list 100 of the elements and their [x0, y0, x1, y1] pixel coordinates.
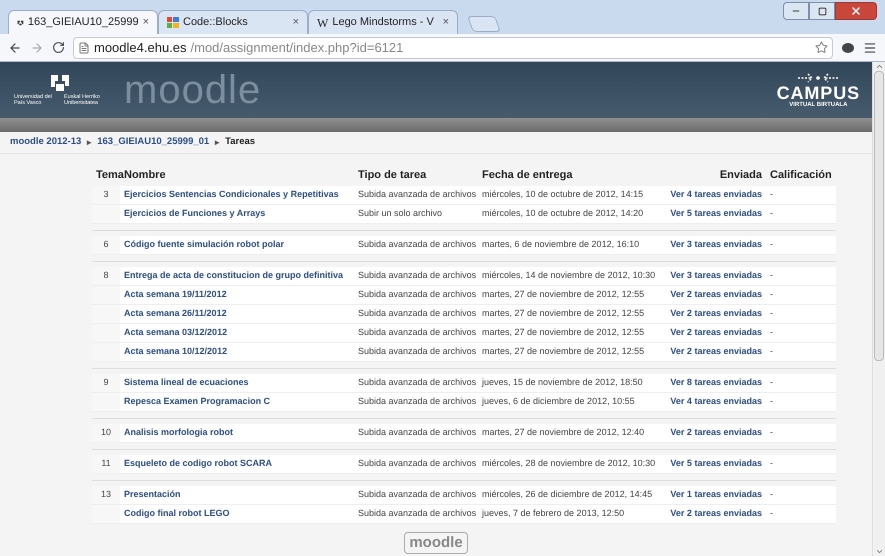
submissions-link[interactable]: Ver 2 tareas enviadas — [662, 288, 766, 302]
assignment-link[interactable]: Entrega de acta de constitucion de grupo definitiva — [120, 269, 354, 283]
submissions-link[interactable]: Ver 3 tareas enviadas — [662, 269, 766, 283]
assignment-type: Subida avanzada de archivos — [357, 376, 478, 390]
grade-cell-text: - — [769, 488, 774, 502]
assignment-type: Subida avanzada de archivos — [357, 488, 478, 502]
grade-cell-text: - — [769, 376, 774, 390]
section-number: 9 — [92, 374, 120, 392]
grade-cell-text: - — [769, 207, 774, 220]
scroll-up-icon[interactable] — [874, 62, 884, 71]
submissions-link[interactable]: Ver 2 tareas enviadas — [662, 507, 766, 521]
back-icon[interactable] — [8, 40, 22, 54]
breadcrumb-separator: ► — [213, 136, 222, 148]
grade-cell-text: - — [769, 345, 774, 358]
breadcrumb-link[interactable]: Tareas — [225, 135, 256, 150]
browser-tab[interactable]: Code::Blocks × — [158, 10, 308, 34]
assignment-link[interactable]: Sistema lineal de ecuaciones — [120, 376, 354, 390]
assignment-type: Subida avanzada de archivos — [357, 269, 478, 282]
grade-cell-text: - — [769, 326, 774, 340]
assignment-link[interactable]: Analisis morfologia robot — [120, 426, 354, 440]
grade-cell-text: - — [769, 307, 774, 320]
breadcrumb-link[interactable]: moodle 2012-13 — [10, 135, 82, 150]
scroll-down-icon[interactable] — [874, 547, 884, 556]
submissions-link[interactable]: Ver 2 tareas enviadas — [662, 307, 766, 321]
page-icon — [78, 42, 90, 54]
assignment-type: Subir un solo archivo — [357, 207, 444, 220]
due-date: miércoles, 10 de octubre de 2012, 14:20 — [481, 207, 644, 220]
grade-cell-text: - — [769, 426, 774, 440]
column-header: Enviada — [718, 168, 763, 182]
assignment-type: Subida avanzada de archivos — [357, 345, 478, 358]
tab-close[interactable]: × — [442, 14, 449, 31]
assignment-type: Subida avanzada de archivos — [357, 326, 478, 340]
scrollbar[interactable] — [872, 62, 885, 556]
tab-close[interactable]: × — [142, 14, 149, 31]
close-icon — [850, 5, 862, 17]
bookmark-icon[interactable] — [815, 41, 828, 54]
grade-cell-text: - — [769, 269, 774, 282]
assignment-link[interactable]: Acta semana 19/11/2012 — [120, 288, 354, 302]
submissions-link[interactable]: Ver 2 tareas enviadas — [662, 345, 766, 359]
assignment-type: Subida avanzada de archivos — [357, 188, 478, 202]
breadcrumb-separator: ► — [85, 136, 94, 148]
due-date: martes, 27 de noviembre de 2012, 12:40 — [481, 426, 646, 440]
assignment-type: Subida avanzada de archivos — [357, 426, 478, 440]
grade-cell-text: - — [769, 288, 774, 302]
column-header: Calificación — [769, 168, 833, 182]
assignment-link[interactable]: Ejercicios de Funciones y Arrays — [120, 207, 354, 221]
address-bar[interactable]: moodle4.ehu.es /mod/assignment/index.php?id=6121 — [73, 36, 833, 58]
submissions-link[interactable]: Ver 8 tareas enviadas — [662, 376, 766, 390]
submissions-link[interactable]: Ver 5 tareas enviadas — [662, 207, 766, 221]
arrows-icon — [797, 72, 840, 84]
section-number: 11 — [92, 455, 120, 473]
maximize-icon — [818, 6, 826, 16]
submissions-link[interactable]: Ver 5 tareas enviadas — [662, 457, 766, 471]
due-date: martes, 6 de noviembre de 2012, 16:10 — [481, 238, 640, 252]
close-button[interactable] — [835, 2, 877, 20]
assignment-link[interactable]: Repesca Examen Programacion C — [120, 395, 354, 409]
column-header: Fecha de entrega — [481, 168, 574, 182]
reload-icon[interactable] — [52, 41, 65, 54]
tab-title: 163_GIEIAU10_25999 — [28, 15, 139, 30]
logo-icon — [17, 18, 24, 28]
section-number: 13 — [92, 486, 120, 504]
submissions-link[interactable]: Ver 4 tareas enviadas — [662, 395, 766, 409]
assignment-link[interactable]: Esqueleto de codigo robot SCARA — [120, 457, 354, 471]
grade-cell-text: - — [769, 457, 774, 470]
university-emblem-icon — [49, 74, 71, 92]
maximize-button[interactable] — [809, 2, 835, 20]
grade-cell-text: - — [769, 238, 774, 252]
extension-icon[interactable] — [841, 42, 855, 54]
due-date: miércoles, 28 de noviembre de 2012, 10:30 — [481, 457, 656, 470]
section-number: 3 — [92, 186, 120, 204]
submissions-link[interactable]: Ver 4 tareas enviadas — [662, 188, 766, 202]
assignment-type: Subida avanzada de archivos — [357, 307, 478, 320]
browser-tab[interactable]: W Lego Mindstorms - V × — [308, 10, 458, 34]
grade-cell-text: - — [769, 395, 774, 408]
due-date: jueves, 6 de diciembre de 2012, 10:55 — [480, 395, 636, 408]
assignment-link[interactable]: Código fuente simulación robot polar — [120, 238, 354, 252]
submissions-link[interactable]: Ver 2 tareas enviadas — [662, 326, 766, 340]
assignment-link[interactable]: Acta semana 26/11/2012 — [120, 307, 354, 321]
assignment-link[interactable]: Ejercicios Sentencias Condicionales y Repetitivas — [120, 188, 354, 202]
url-host: moodle4.ehu.es — [94, 38, 187, 57]
tab-close[interactable]: × — [292, 14, 299, 31]
browser-tab[interactable]: 163_GIEIAU10_25999 × — [8, 10, 158, 34]
assignment-link[interactable]: Acta semana 03/12/2012 — [120, 326, 354, 340]
submissions-link[interactable]: Ver 3 tareas enviadas — [662, 238, 766, 252]
url-path: /mod/assignment/index.php?id=6121 — [190, 38, 404, 57]
tab-title: Code::Blocks — [183, 15, 249, 30]
assignment-type: Subida avanzada de archivos — [357, 288, 478, 302]
assignment-link[interactable]: Acta semana 10/12/2012 — [120, 345, 354, 359]
assignment-link[interactable]: Presentación — [120, 488, 354, 502]
site-title: moodle — [124, 70, 262, 110]
column-header: Tipo de tarea — [357, 168, 428, 182]
menu-icon[interactable] — [863, 40, 877, 54]
campus-logo: CAMPUS — [776, 84, 860, 102]
assignment-link[interactable]: Codigo final robot LEGO — [120, 507, 354, 521]
submissions-link[interactable]: Ver 1 tareas enviadas — [662, 488, 766, 502]
breadcrumb-link[interactable]: 163_GIEIAU10_25999_01 — [97, 135, 210, 150]
submissions-link[interactable]: Ver 2 tareas enviadas — [662, 426, 766, 440]
tab-title: Lego Mindstorms - V — [332, 15, 435, 30]
grade-cell-text: - — [769, 188, 774, 202]
due-date: martes, 27 de noviembre de 2012, 12:55 — [481, 307, 646, 320]
